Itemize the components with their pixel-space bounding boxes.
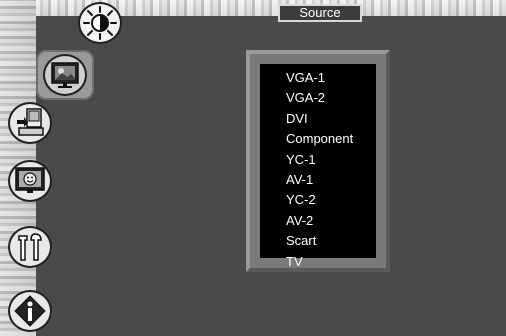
info-icon bbox=[14, 295, 46, 327]
input-button[interactable] bbox=[8, 102, 52, 144]
source-item-tv[interactable]: TV bbox=[286, 252, 376, 272]
tools-icon bbox=[18, 233, 42, 261]
menu-title: Source bbox=[278, 4, 362, 22]
source-item-component[interactable]: Component bbox=[286, 129, 376, 149]
source-item-scart[interactable]: Scart bbox=[286, 231, 376, 251]
source-item-yc-1[interactable]: YC-1 bbox=[286, 150, 376, 170]
picture-icon bbox=[51, 62, 79, 88]
source-item-av-1[interactable]: AV-1 bbox=[286, 170, 376, 190]
input-icon bbox=[17, 108, 44, 136]
tools-button[interactable] bbox=[8, 226, 52, 268]
picture-button[interactable] bbox=[36, 50, 94, 100]
display-button[interactable] bbox=[8, 160, 52, 202]
display-icon bbox=[15, 167, 45, 193]
osd-screen: Source VGA-1 VGA-2 DVI Component YC-1 AV… bbox=[0, 0, 506, 336]
source-item-dvi[interactable]: DVI bbox=[286, 109, 376, 129]
top-border bbox=[0, 0, 506, 16]
source-list: VGA-1 VGA-2 DVI Component YC-1 AV-1 YC-2… bbox=[260, 64, 376, 269]
source-item-vga-2[interactable]: VGA-2 bbox=[286, 88, 376, 108]
brightness-button[interactable] bbox=[78, 2, 122, 44]
source-item-vga-1[interactable]: VGA-1 bbox=[286, 68, 376, 88]
source-item-av-2[interactable]: AV-2 bbox=[286, 211, 376, 231]
info-button[interactable] bbox=[8, 290, 52, 332]
source-list-frame: VGA-1 VGA-2 DVI Component YC-1 AV-1 YC-2… bbox=[246, 50, 390, 272]
source-item-yc-2[interactable]: YC-2 bbox=[286, 190, 376, 210]
brightness-icon bbox=[83, 6, 117, 40]
picture-icon-frame bbox=[43, 54, 87, 96]
